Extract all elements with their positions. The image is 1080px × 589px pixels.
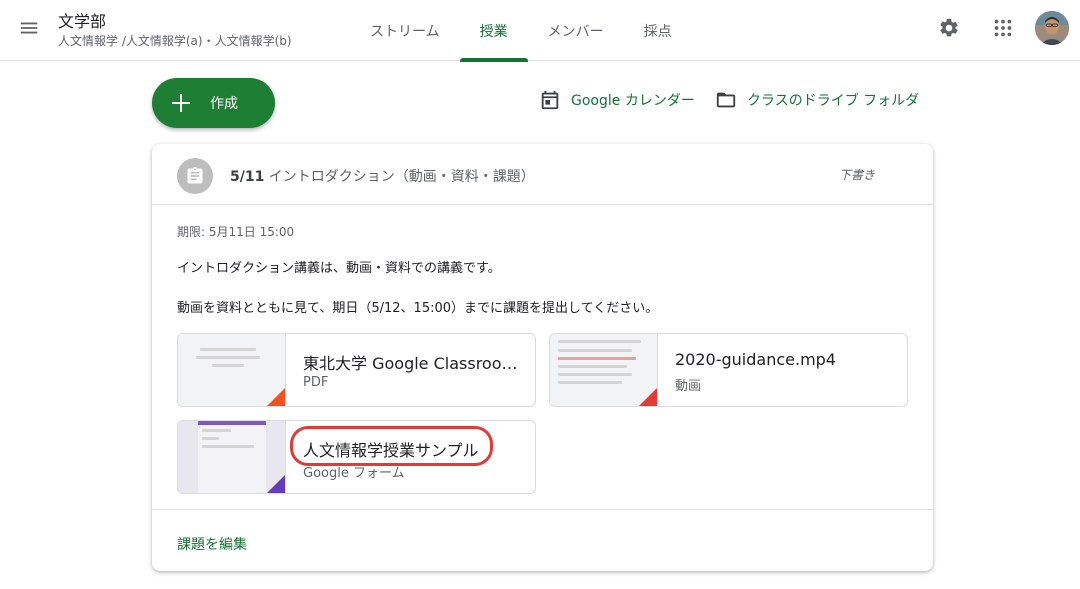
tab-grades[interactable]: 採点	[624, 0, 692, 61]
form-corner-icon	[267, 475, 285, 493]
attachment-thumbnail	[178, 334, 286, 406]
top-app-bar: 文学部 人文情報学 /人文情報学(a)・人文情報学(b) ストリーム 授業 メン…	[0, 0, 1080, 62]
assignment-title-text: イントロダクション（動画・資料・課題）	[264, 169, 535, 185]
class-drive-folder-link[interactable]: クラスのドライブ フォルダ	[715, 86, 919, 114]
description-line-1: イントロダクション講義は、動画・資料での講義です。	[177, 261, 501, 276]
attachment-card[interactable]: 2020-guidance.mp4 動画	[549, 333, 908, 407]
create-button[interactable]: 作成	[152, 78, 275, 128]
video-corner-icon	[639, 388, 657, 406]
assignment-title: 5/11 イントロダクション（動画・資料・課題）	[230, 166, 535, 186]
attachment-title: 人文情報学授業サンプル	[303, 441, 479, 460]
create-button-label: 作成	[210, 96, 238, 112]
attachment-title: 2020-guidance.mp4	[675, 350, 836, 369]
plus-icon	[172, 94, 190, 112]
class-title[interactable]: 文学部	[58, 8, 106, 32]
apps-grid-icon[interactable]	[987, 12, 1019, 44]
tab-people[interactable]: メンバー	[528, 0, 624, 61]
attachment-card[interactable]: 人文情報学授業サンプル Google フォーム	[177, 420, 536, 494]
status-badge: 下書き	[838, 168, 875, 182]
assignment-card: 5/11 イントロダクション（動画・資料・課題） 下書き 期限: 5月11日 1…	[152, 144, 933, 571]
calendar-link-label: Google カレンダー	[571, 93, 695, 109]
attachment-thumbnail	[550, 334, 658, 406]
tab-bar: ストリーム 授業 メンバー 採点	[350, 0, 692, 62]
calendar-icon	[541, 90, 559, 110]
menu-icon[interactable]	[15, 14, 43, 42]
tab-classwork[interactable]: 授業	[459, 0, 528, 62]
assignment-title-date: 5/11	[230, 169, 265, 185]
attachment-type: Google フォーム	[303, 466, 405, 481]
tab-stream[interactable]: ストリーム	[350, 0, 460, 61]
class-subtitle: 人文情報学 /人文情報学(a)・人文情報学(b)	[58, 34, 292, 48]
attachment-type: 動画	[675, 379, 702, 394]
attachment-type: PDF	[303, 375, 329, 390]
gear-icon[interactable]	[933, 12, 965, 44]
edit-assignment-link[interactable]: 課題を編集	[177, 534, 247, 554]
due-date: 期限: 5月11日 15:00	[177, 225, 295, 239]
assignment-icon	[177, 158, 213, 194]
pdf-corner-icon	[267, 388, 285, 406]
google-calendar-link[interactable]: Google カレンダー	[539, 86, 695, 114]
attachment-thumbnail	[178, 421, 286, 493]
attachment-card[interactable]: 東北大学 Google Classroom 利用ガイド PDF	[177, 333, 536, 407]
avatar[interactable]	[1035, 11, 1069, 45]
assignment-card-footer: 課題を編集	[152, 509, 933, 571]
drive-link-label: クラスのドライブ フォルダ	[747, 93, 920, 109]
attachment-title: 東北大学 Google Classroom 利用ガイド	[303, 354, 523, 373]
folder-icon	[716, 92, 736, 108]
assignment-card-header[interactable]: 5/11 イントロダクション（動画・資料・課題） 下書き	[152, 144, 933, 205]
description-line-2: 動画を資料とともに見て、期日（5/12、15:00）までに課題を提出してください…	[177, 301, 659, 316]
